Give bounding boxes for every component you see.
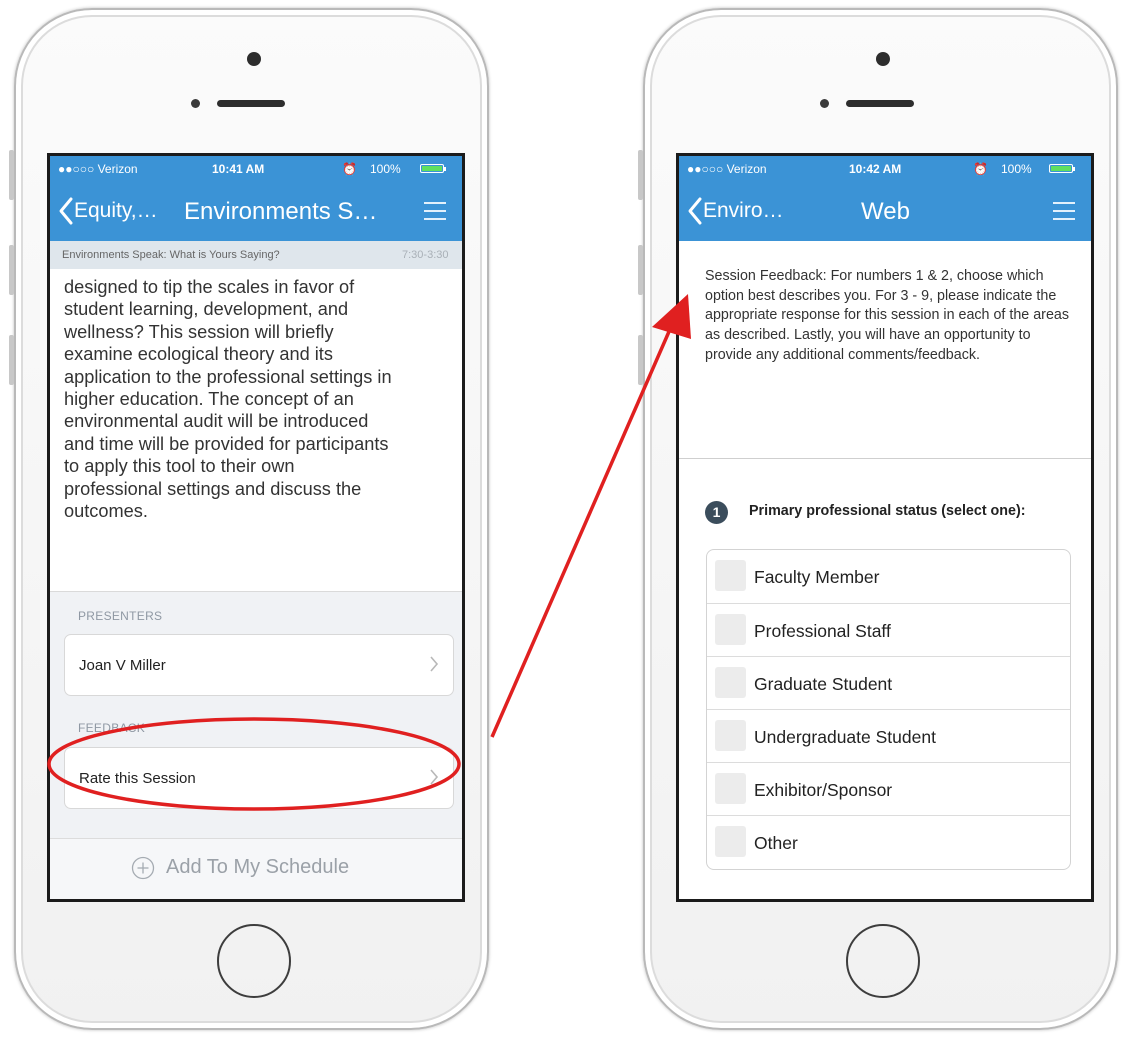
description-area: designed to tip the scales in favor of s… (50, 269, 462, 591)
hamburger-menu-icon[interactable] (1053, 201, 1075, 221)
question-number-badge: 1 (705, 501, 728, 524)
earpiece-speaker (846, 100, 914, 107)
nav-bar: Equity,… Environments S… (50, 182, 462, 241)
alarm-icon: ⏰ (342, 162, 357, 176)
presenter-row[interactable]: Joan V Miller (64, 634, 454, 696)
battery-icon (420, 164, 446, 173)
answer-option[interactable]: Other (707, 815, 1070, 869)
presenter-name: Joan V Miller (79, 657, 166, 674)
session-time: 7:30-3:30 (402, 249, 449, 261)
back-button[interactable]: Equity,… (74, 199, 158, 223)
carrier-signal: ●●○○○ Verizon (58, 162, 138, 176)
answer-option[interactable]: Undergraduate Student (707, 709, 1070, 763)
rate-session-label: Rate this Session (79, 770, 196, 787)
proximity-sensor (820, 99, 829, 108)
status-bar: ●●○○○ Verizon 10:41 AM ⏰ 100% (50, 156, 462, 182)
carrier-signal: ●●○○○ Verizon (687, 162, 767, 176)
add-to-schedule-button[interactable]: Add To My Schedule (50, 838, 462, 899)
left-phone: ●●○○○ Verizon 10:41 AM ⏰ 100% Equity,… E… (9, 8, 489, 1030)
option-checkbox[interactable] (715, 614, 746, 645)
ringer-switch (638, 150, 643, 200)
back-chevron-icon[interactable] (58, 196, 74, 226)
front-camera (247, 52, 261, 66)
ringer-switch (9, 150, 14, 200)
answer-option[interactable]: Professional Staff (707, 603, 1070, 657)
battery-icon (1049, 164, 1075, 173)
front-camera (876, 52, 890, 66)
option-label: Faculty Member (754, 567, 880, 587)
chevron-right-icon (430, 656, 439, 672)
option-checkbox[interactable] (715, 667, 746, 698)
nav-bar: Enviro… Web (679, 182, 1091, 241)
option-label: Exhibitor/Sponsor (754, 780, 893, 800)
volume-down-button (9, 335, 14, 385)
proximity-sensor (191, 99, 200, 108)
option-label: Graduate Student (754, 674, 893, 694)
option-label: Professional Staff (754, 621, 891, 641)
divider (679, 458, 1091, 459)
answer-option[interactable]: Graduate Student (707, 656, 1070, 710)
rate-session-row[interactable]: Rate this Session (64, 747, 454, 809)
session-title: Environments Speak: What is Yours Saying… (62, 249, 280, 261)
status-bar: ●●○○○ Verizon 10:42 AM ⏰ 100% (679, 156, 1091, 182)
back-button[interactable]: Enviro… (703, 199, 784, 223)
option-label: Undergraduate Student (754, 727, 936, 747)
hamburger-menu-icon[interactable] (424, 201, 446, 221)
page-title: Web (861, 198, 910, 225)
battery-percent: 100% (370, 162, 401, 176)
status-time: 10:41 AM (212, 162, 265, 176)
left-screen: ●●○○○ Verizon 10:41 AM ⏰ 100% Equity,… E… (47, 153, 465, 902)
option-label: Other (754, 833, 798, 853)
earpiece-speaker (217, 100, 285, 107)
volume-up-button (9, 245, 14, 295)
session-header: Environments Speak: What is Yours Saying… (50, 241, 462, 269)
plus-circle-icon (131, 856, 155, 880)
battery-percent: 100% (1001, 162, 1032, 176)
answer-options: Faculty Member Professional Staff Graduate… (706, 549, 1071, 870)
answer-option[interactable]: Exhibitor/Sponsor (707, 762, 1070, 816)
answer-option[interactable]: Faculty Member (707, 550, 1070, 603)
back-chevron-icon[interactable] (687, 196, 703, 226)
home-button (217, 924, 291, 998)
page-title: Environments S… (184, 198, 378, 225)
volume-up-button (638, 245, 643, 295)
right-screen: ●●○○○ Verizon 10:42 AM ⏰ 100% Enviro… We… (676, 153, 1094, 902)
option-checkbox[interactable] (715, 826, 746, 857)
option-checkbox[interactable] (715, 773, 746, 804)
feedback-intro: Session Feedback: For numbers 1 & 2, cho… (705, 268, 1069, 363)
add-to-schedule-label: Add To My Schedule (166, 856, 350, 878)
alarm-icon: ⏰ (973, 162, 988, 176)
right-phone: ●●○○○ Verizon 10:42 AM ⏰ 100% Enviro… We… (638, 8, 1118, 1030)
question-text: Primary professional status (select one)… (749, 503, 1026, 519)
chevron-right-icon (430, 769, 439, 785)
status-time: 10:42 AM (849, 162, 902, 176)
option-checkbox[interactable] (715, 720, 746, 751)
option-checkbox[interactable] (715, 560, 746, 591)
session-description: designed to tip the scales in favor of s… (64, 277, 392, 522)
presenters-label: PRESENTERS (78, 609, 163, 623)
volume-down-button (638, 335, 643, 385)
home-button (846, 924, 920, 998)
feedback-label: FEEDBACK (78, 721, 146, 735)
